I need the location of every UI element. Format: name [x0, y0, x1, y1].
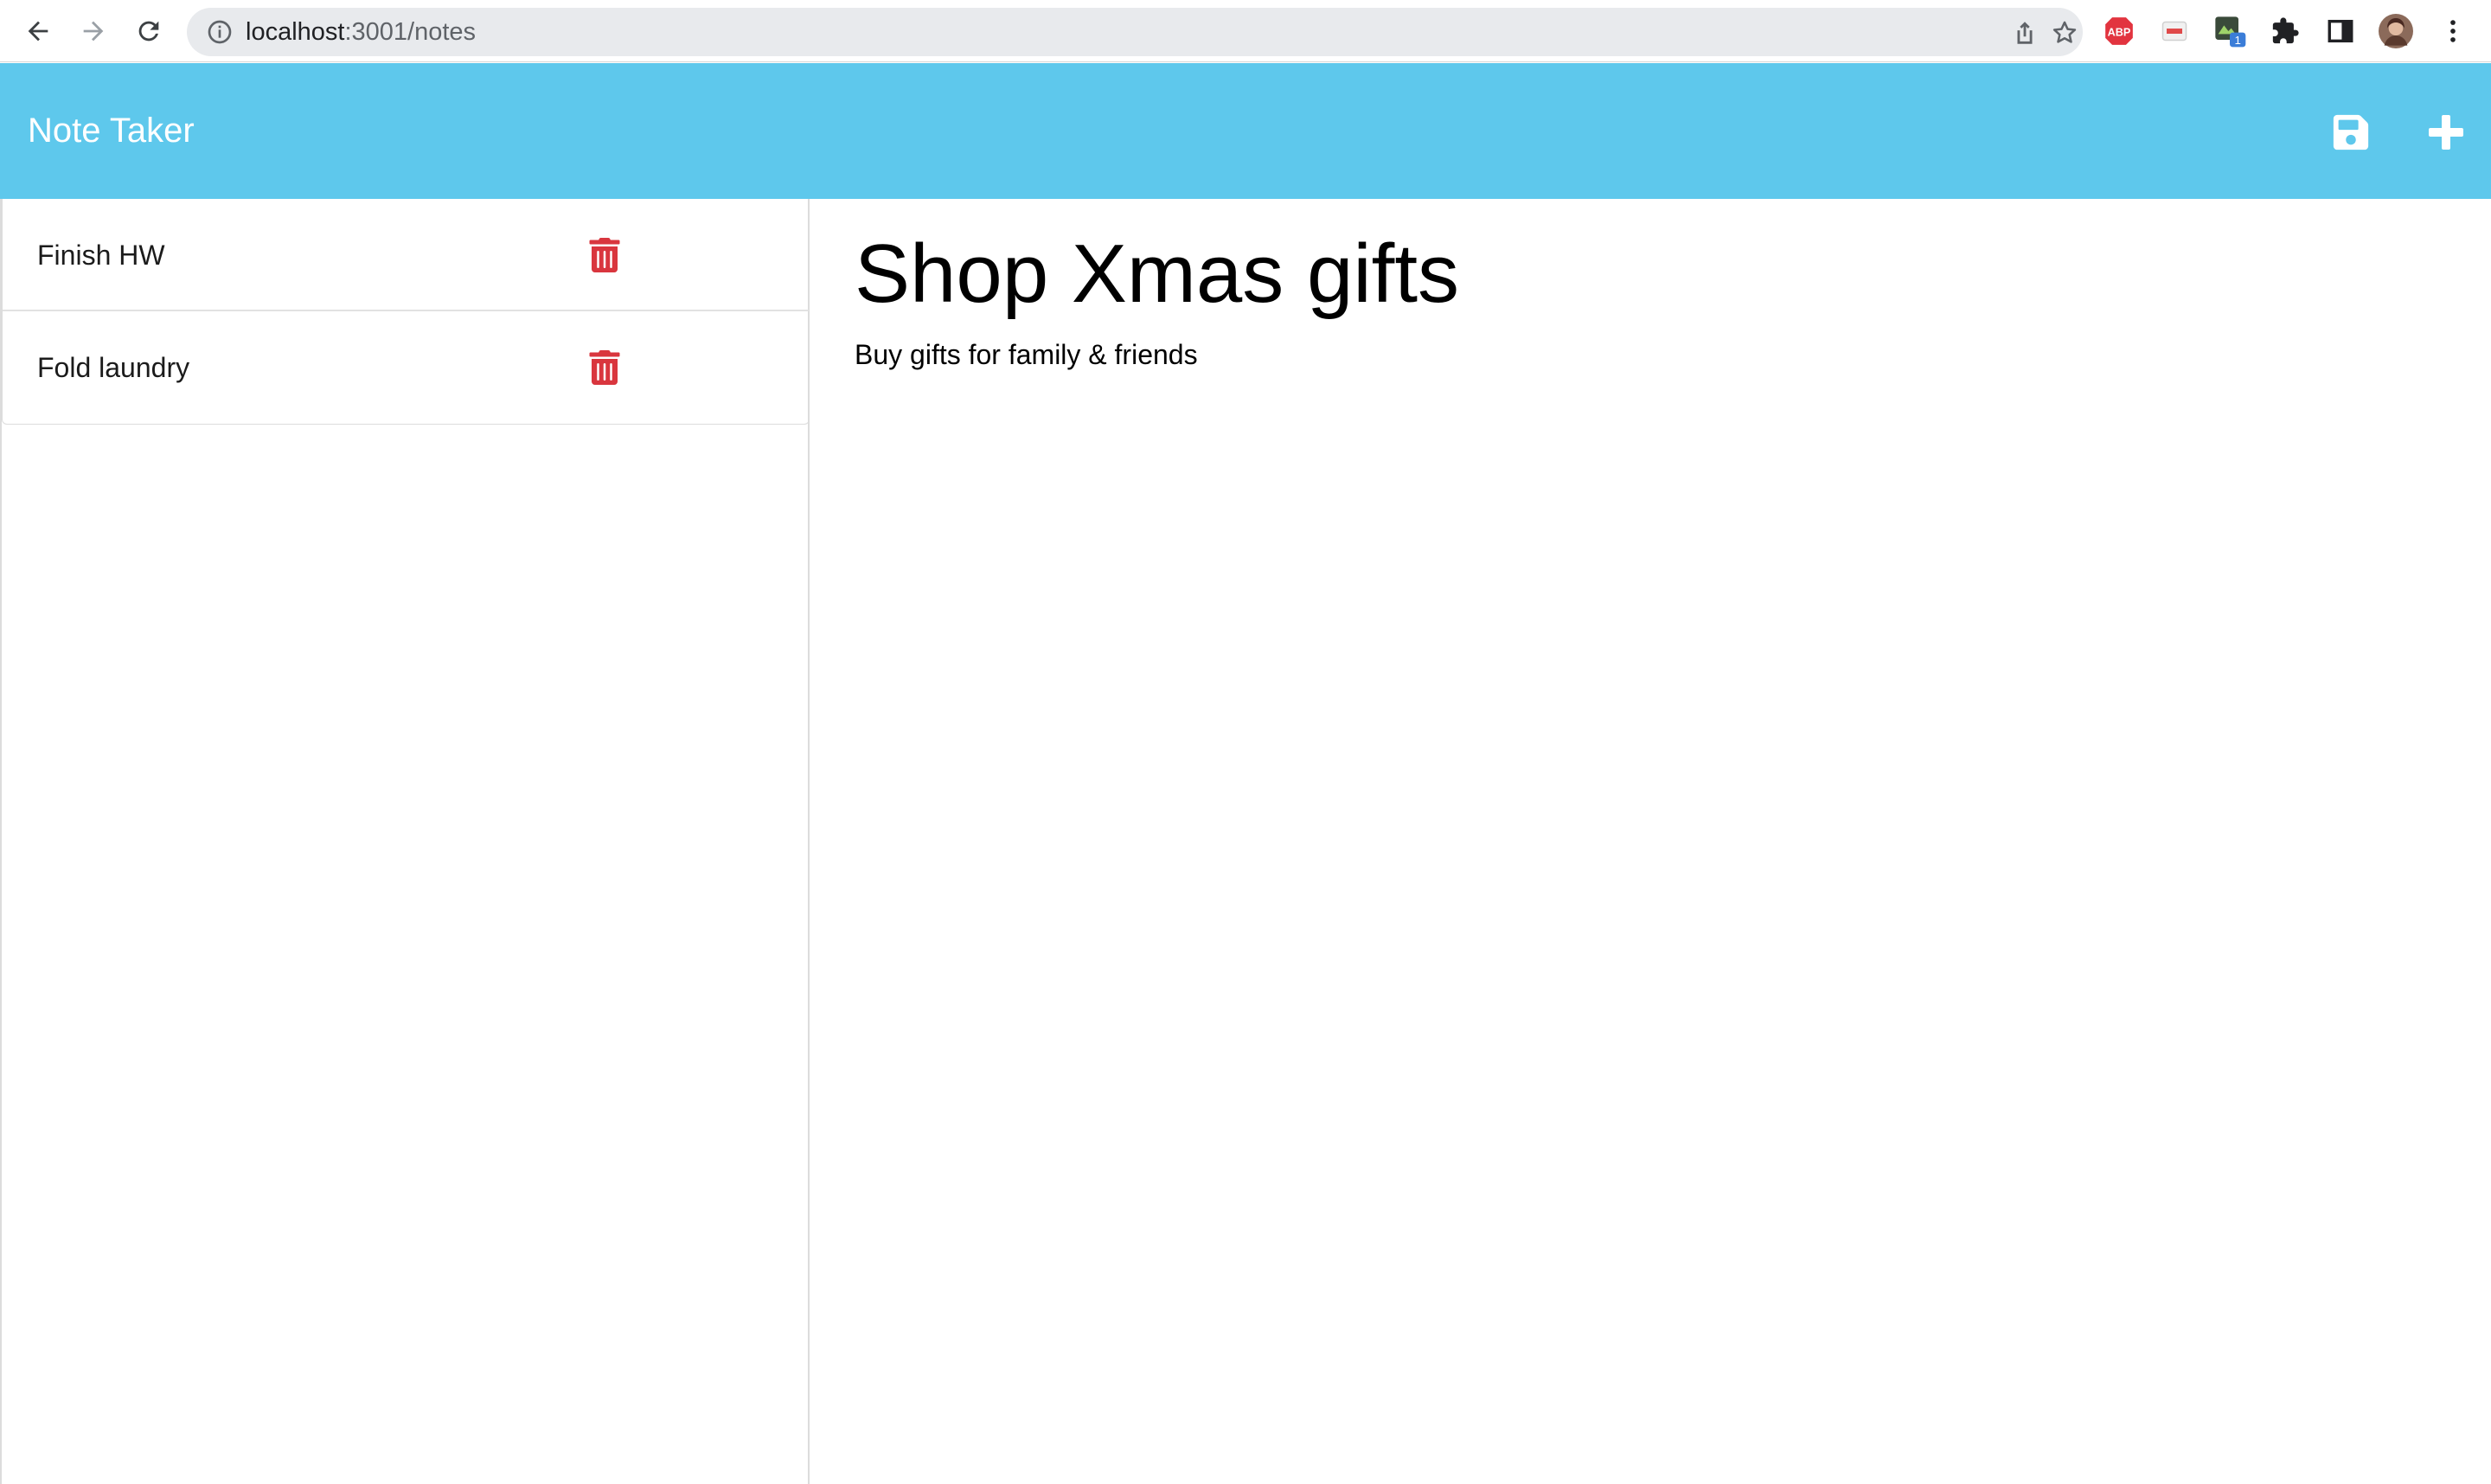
- browser-menu-button[interactable]: [2436, 14, 2470, 48]
- back-button[interactable]: [17, 10, 59, 52]
- note-text-field[interactable]: Buy gifts for family & friends: [855, 336, 1198, 374]
- note-list: Finish HW Fold laundry: [2, 199, 810, 425]
- more-vertical-icon: [2450, 20, 2456, 42]
- note-item-title[interactable]: Fold laundry: [37, 311, 189, 424]
- pdf-extension-icon[interactable]: [2157, 14, 2192, 48]
- url-text: localhost:3001/notes: [246, 8, 476, 56]
- arrow-left-icon: [28, 21, 48, 42]
- reload-icon: [138, 21, 159, 42]
- info-icon[interactable]: [206, 18, 234, 46]
- app-navbar: Note Taker: [0, 63, 2491, 199]
- url-path: :3001/notes: [344, 18, 477, 46]
- notes-sidebar: Finish HW Fold laundry: [0, 199, 810, 1484]
- share-icon[interactable]: [2010, 18, 2040, 48]
- puzzle-icon[interactable]: [2268, 14, 2302, 48]
- extension-badge-icon[interactable]: 1: [2212, 14, 2247, 48]
- abp-label: ABP: [2108, 27, 2131, 39]
- reload-button[interactable]: [128, 10, 170, 52]
- bookmark-star-icon[interactable]: [2050, 18, 2079, 48]
- extension-badge-count: 1: [2234, 34, 2240, 47]
- delete-note-icon[interactable]: [587, 350, 622, 385]
- delete-note-icon[interactable]: [587, 238, 622, 272]
- note-item-title[interactable]: Finish HW: [37, 199, 165, 311]
- note-title-field[interactable]: Shop Xmas gifts: [855, 218, 1459, 330]
- list-item[interactable]: Fold laundry: [3, 311, 809, 424]
- list-item[interactable]: Finish HW: [3, 199, 809, 311]
- browser-toolbar: localhost:3001/notes ABP 1: [0, 0, 2491, 62]
- arrow-right-icon: [83, 21, 104, 42]
- url-host: localhost: [246, 18, 345, 46]
- save-note-button[interactable]: [2325, 106, 2377, 158]
- plus-icon: [2429, 115, 2463, 150]
- adblock-plus-icon[interactable]: ABP: [2102, 14, 2136, 48]
- forward-button[interactable]: [73, 10, 114, 52]
- side-panel-icon[interactable]: [2323, 14, 2358, 48]
- profile-avatar[interactable]: [2379, 14, 2413, 48]
- app-title[interactable]: Note Taker: [28, 63, 195, 199]
- new-note-button[interactable]: [2420, 106, 2472, 158]
- save-icon: [2333, 114, 2369, 150]
- address-bar[interactable]: localhost:3001/notes: [187, 8, 2083, 56]
